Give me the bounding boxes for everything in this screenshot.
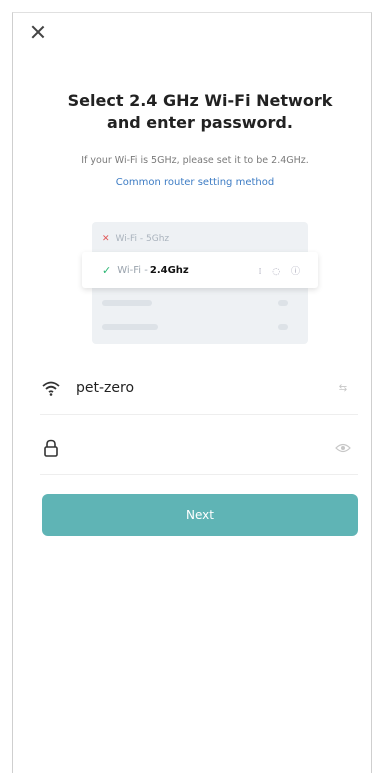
title-line-2: and enter password.: [107, 113, 293, 132]
lock-icon: [40, 437, 62, 459]
next-button[interactable]: Next: [42, 494, 358, 536]
illustration-row-24g: ✓ Wi-Fi - 2.4Ghz ⁞ ◌ ⓘ: [82, 252, 318, 288]
subtitle: If your Wi-Fi is 5GHz, please set it to …: [81, 155, 309, 166]
x-mark-icon: ✕: [102, 234, 110, 244]
router-setting-link[interactable]: Common router setting method: [40, 177, 350, 188]
row-24-prefix: Wi-Fi -: [117, 264, 148, 276]
row-24-freq: 2.4Ghz: [149, 264, 189, 276]
placeholder-row: [102, 318, 298, 336]
wifi-name-field[interactable]: pet-zero ⇆: [40, 362, 358, 415]
wifi-name-value: pet-zero: [76, 380, 135, 396]
signal-icons: ⁞ ◌ ⓘ: [258, 266, 304, 277]
page-title: Select 2.4 GHz Wi-Fi Network and enter p…: [40, 90, 360, 134]
password-field[interactable]: [40, 422, 358, 475]
wifi-icon: [40, 377, 62, 399]
router-icon[interactable]: ⇆: [334, 381, 352, 395]
close-icon[interactable]: [28, 22, 48, 42]
placeholder-row: [102, 294, 298, 312]
illustration-row-5g: ✕ Wi-Fi - 5Ghz: [102, 229, 298, 249]
wifi-illustration: ✕ Wi-Fi - 5Ghz ✓ Wi-Fi - 2.4Ghz ⁞ ◌ ⓘ: [82, 222, 318, 344]
eye-icon[interactable]: [334, 441, 352, 455]
row-5g-label: Wi-Fi - 5Ghz: [115, 234, 170, 244]
title-line-1: Select 2.4 GHz Wi-Fi Network: [67, 91, 333, 110]
check-icon: ✓: [102, 263, 112, 277]
